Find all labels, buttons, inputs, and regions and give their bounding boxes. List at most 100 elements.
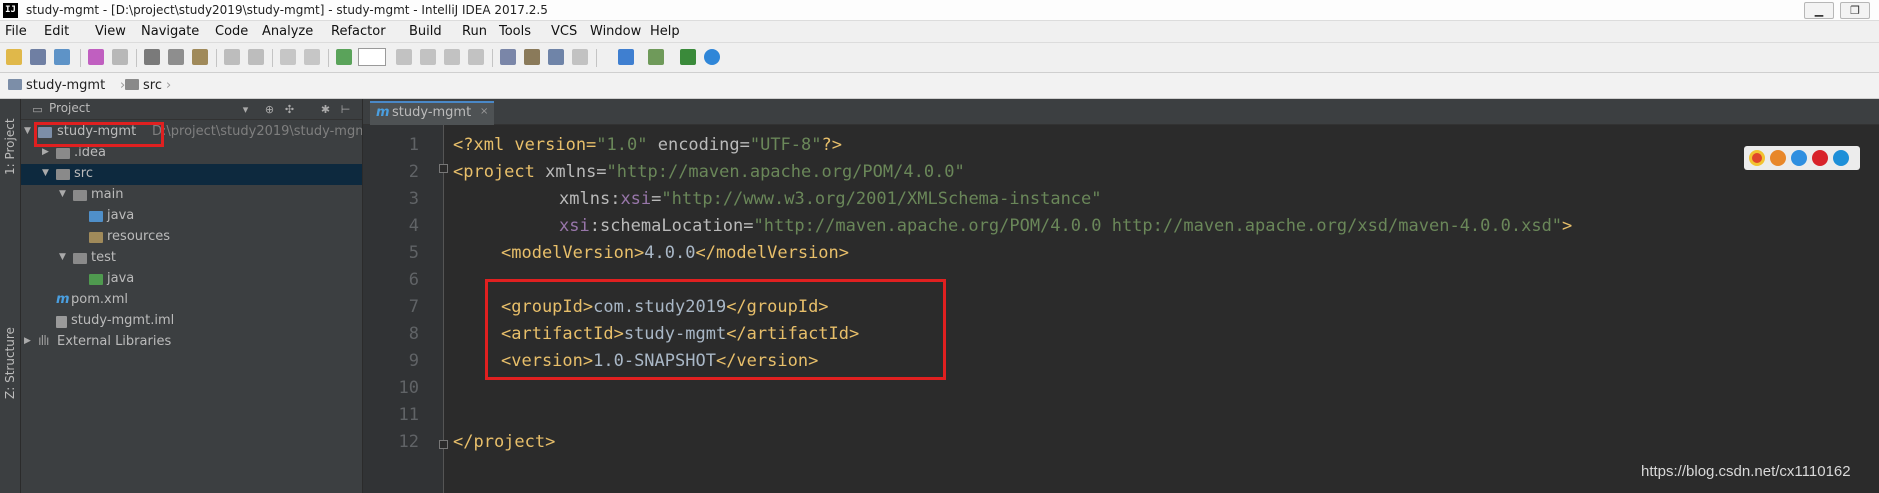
sync-icon[interactable] bbox=[54, 49, 70, 65]
breadcrumb-item[interactable]: src bbox=[125, 78, 162, 93]
line-number: 12 bbox=[398, 432, 419, 452]
dropdown-chevron-icon[interactable]: ▾ bbox=[239, 103, 252, 116]
stop-icon[interactable] bbox=[468, 49, 484, 65]
settings-icon[interactable] bbox=[524, 49, 540, 65]
breadcrumb-item[interactable]: study-mgmt bbox=[8, 78, 105, 93]
code-line-2[interactable]: <project xmlns="http://maven.apache.org/… bbox=[453, 162, 965, 182]
menu-window[interactable]: Window bbox=[590, 24, 641, 39]
open-folder-icon[interactable] bbox=[6, 49, 22, 65]
replace-icon[interactable] bbox=[248, 49, 264, 65]
internet-explorer-icon[interactable] bbox=[1833, 150, 1849, 166]
coverage-icon[interactable] bbox=[444, 49, 460, 65]
menu-file[interactable]: File bbox=[5, 24, 27, 39]
menu-code[interactable]: Code bbox=[215, 24, 248, 39]
menu-vcs[interactable]: VCS bbox=[551, 24, 577, 39]
debug-icon[interactable] bbox=[420, 49, 436, 65]
chrome-icon[interactable] bbox=[1749, 150, 1765, 166]
gear-icon[interactable]: ✱ bbox=[319, 103, 332, 116]
menu-view[interactable]: View bbox=[95, 24, 126, 39]
library-icon: ıllı bbox=[38, 334, 49, 349]
toolbar-separator bbox=[136, 49, 137, 67]
tab-structure[interactable]: Z: Structure bbox=[3, 311, 17, 399]
code-line-5[interactable]: <modelVersion>4.0.0</modelVersion> bbox=[501, 243, 849, 263]
help-icon[interactable] bbox=[618, 49, 634, 65]
test-folder-icon bbox=[89, 274, 103, 285]
tree-item-external-libraries[interactable]: ▶ ıllı External Libraries bbox=[21, 332, 362, 353]
terminal-icon[interactable] bbox=[648, 49, 664, 65]
project-structure-icon[interactable] bbox=[548, 49, 564, 65]
code-line-4[interactable]: xsi:schemaLocation="http://maven.apache.… bbox=[559, 216, 1572, 236]
code-line-12[interactable]: </project> bbox=[453, 432, 555, 452]
sdk-icon[interactable] bbox=[572, 49, 588, 65]
close-icon[interactable]: × bbox=[480, 106, 488, 117]
scroll-from-source-icon[interactable]: ⊕ bbox=[263, 103, 276, 116]
window-title: study-mgmt - [D:\project\study2019\study… bbox=[26, 3, 548, 17]
breadcrumb: study-mgmt › src › bbox=[0, 73, 1879, 99]
collapsed-arrow-icon[interactable]: ▶ bbox=[24, 336, 31, 346]
folder-icon bbox=[125, 79, 139, 90]
firefox-icon[interactable] bbox=[1770, 150, 1786, 166]
intellij-logo-icon: IJ bbox=[3, 3, 18, 18]
expanded-arrow-icon[interactable]: ▼ bbox=[24, 126, 31, 136]
build-icon[interactable] bbox=[336, 49, 352, 65]
fold-marker-icon[interactable] bbox=[439, 164, 448, 173]
redo-icon[interactable] bbox=[112, 49, 128, 65]
no-icon[interactable] bbox=[704, 49, 720, 65]
tab-label: study-mgmt bbox=[392, 105, 472, 120]
paste-icon[interactable] bbox=[192, 49, 208, 65]
menu-help[interactable]: Help bbox=[650, 24, 680, 39]
tree-item-iml[interactable]: study-mgmt.iml bbox=[21, 311, 362, 332]
tree-item-resources[interactable]: resources bbox=[21, 227, 362, 248]
safari-icon[interactable] bbox=[1791, 150, 1807, 166]
tree-item-test[interactable]: ▼ test bbox=[21, 248, 362, 269]
tab-pom-xml[interactable]: m study-mgmt × bbox=[370, 101, 494, 125]
hide-panel-icon[interactable]: ⊢ bbox=[339, 103, 352, 116]
line-number-gutter: 1 2 3 4 5 6 7 8 9 10 11 12 bbox=[363, 125, 443, 493]
line-number: 5 bbox=[408, 243, 419, 263]
collapse-all-icon[interactable]: ✣ bbox=[283, 103, 296, 116]
tree-item-label: study-mgmt.iml bbox=[71, 313, 175, 328]
structure-icon[interactable] bbox=[500, 49, 516, 65]
cut-icon[interactable] bbox=[144, 49, 160, 65]
menu-analyze[interactable]: Analyze bbox=[262, 24, 313, 39]
tab-project[interactable]: 1: Project bbox=[3, 109, 17, 175]
find-icon[interactable] bbox=[224, 49, 240, 65]
tree-item-pom[interactable]: m pom.xml bbox=[21, 290, 362, 311]
menu-refactor[interactable]: Refactor bbox=[331, 24, 386, 39]
save-icon[interactable] bbox=[30, 49, 46, 65]
menu-edit[interactable]: Edit bbox=[44, 24, 69, 39]
tree-item-test-java[interactable]: java bbox=[21, 269, 362, 290]
update-icon[interactable] bbox=[680, 49, 696, 65]
undo-icon[interactable] bbox=[88, 49, 104, 65]
project-panel-title[interactable]: Project bbox=[49, 101, 90, 115]
code-line-1[interactable]: <?xml version="1.0" encoding="UTF-8"?> bbox=[453, 135, 842, 155]
tree-item-main[interactable]: ▼ main bbox=[21, 185, 362, 206]
expanded-arrow-icon[interactable]: ▼ bbox=[42, 168, 49, 178]
tree-item-label: pom.xml bbox=[71, 292, 128, 307]
minimize-button[interactable]: ▁ bbox=[1804, 2, 1834, 19]
tree-item-java[interactable]: java bbox=[21, 206, 362, 227]
annotation-highlight-box bbox=[485, 279, 946, 380]
watermark: https://blog.csdn.net/cx1110162 bbox=[1641, 463, 1851, 480]
maximize-button[interactable]: ❐ bbox=[1840, 2, 1870, 19]
collapsed-arrow-icon[interactable]: ▶ bbox=[42, 147, 49, 157]
fold-marker-icon[interactable] bbox=[439, 440, 448, 449]
copy-icon[interactable] bbox=[168, 49, 184, 65]
expanded-arrow-icon[interactable]: ▼ bbox=[59, 189, 66, 199]
fold-gutter bbox=[443, 125, 444, 493]
menu-tools[interactable]: Tools bbox=[499, 24, 531, 39]
code-line-3[interactable]: xmlns:xsi="http://www.w3.org/2001/XMLSch… bbox=[559, 189, 1102, 209]
line-number: 1 bbox=[408, 135, 419, 155]
editor-tab-bar: m study-mgmt × bbox=[363, 99, 1879, 125]
forward-icon[interactable] bbox=[304, 49, 320, 65]
expanded-arrow-icon[interactable]: ▼ bbox=[59, 252, 66, 262]
run-icon[interactable] bbox=[396, 49, 412, 65]
run-config-dropdown[interactable] bbox=[358, 48, 386, 66]
menu-run[interactable]: Run bbox=[462, 24, 487, 39]
back-icon[interactable] bbox=[280, 49, 296, 65]
menu-build[interactable]: Build bbox=[409, 24, 442, 39]
tree-item-path: D:\project\study2019\study-mgmt bbox=[152, 124, 363, 139]
menu-navigate[interactable]: Navigate bbox=[141, 24, 199, 39]
opera-icon[interactable] bbox=[1812, 150, 1828, 166]
tree-item-src[interactable]: ▼ src bbox=[21, 164, 362, 185]
